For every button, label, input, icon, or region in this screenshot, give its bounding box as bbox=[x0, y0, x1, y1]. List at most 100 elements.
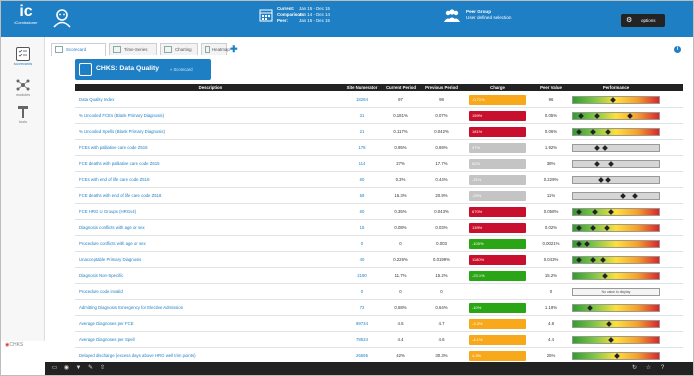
performance-bar[interactable] bbox=[572, 240, 660, 248]
indicator-description[interactable]: % Uncoded Spells (Blank Primary Diagnosi… bbox=[79, 124, 165, 140]
col-description[interactable]: Description bbox=[75, 84, 346, 91]
indicator-description[interactable]: Unacceptable Primary Diagnosis bbox=[79, 252, 141, 268]
table-row[interactable]: Average Diagnoses per Spell 78534 4.4 4.6 -4… bbox=[75, 332, 683, 348]
site-numerator[interactable]: 0 bbox=[346, 236, 378, 252]
table-row[interactable]: FCE deaths with end of life care code Z5… bbox=[75, 188, 683, 204]
performance-bar[interactable] bbox=[572, 272, 660, 280]
filter-icon[interactable]: ▼ bbox=[75, 365, 82, 372]
site-numerator[interactable]: 31 bbox=[346, 108, 378, 124]
database-icon[interactable]: ◉ bbox=[63, 365, 70, 372]
tab-charting[interactable]: Charting bbox=[160, 43, 198, 55]
help-icon[interactable]: ? bbox=[659, 365, 666, 372]
indicator-description[interactable]: FCE HRG U Groups (HRGv4) bbox=[79, 204, 136, 220]
performance-bar[interactable] bbox=[572, 352, 660, 360]
options-button[interactable]: ⚙ options bbox=[621, 14, 665, 27]
col-previous[interactable]: Previous Period bbox=[420, 84, 463, 91]
performance-bar[interactable] bbox=[572, 304, 660, 312]
performance-bar[interactable] bbox=[572, 208, 660, 216]
table-row[interactable]: Average Diagnoses per FCE 89734 4.5 4.7 -4.3… bbox=[75, 316, 683, 332]
col-numerator[interactable]: Site Numerator bbox=[342, 84, 382, 91]
col-performance[interactable]: Performance bbox=[572, 84, 660, 91]
col-change[interactable]: Charge bbox=[469, 84, 526, 91]
calendar-icon[interactable] bbox=[259, 8, 273, 22]
performance-bar[interactable] bbox=[572, 336, 660, 344]
refresh-icon[interactable]: ↻ bbox=[631, 365, 638, 372]
app-logo[interactable]: ic iComissioner bbox=[10, 4, 42, 34]
performance-bar[interactable] bbox=[572, 112, 660, 120]
star-icon[interactable]: ☆ bbox=[645, 365, 652, 372]
period-selector[interactable]: Current: Jan 15 - Dec 15 Comparison:Jan 1… bbox=[277, 6, 330, 24]
indicator-description[interactable]: Average Diagnoses per Spell bbox=[79, 332, 135, 348]
table-row[interactable]: % Uncoded FCEs (Blank Primary Diagnosis)… bbox=[75, 108, 683, 124]
table-row[interactable]: Data Quality Index 18284 97 98 -0.71% 96 bbox=[75, 92, 683, 108]
indicator-description[interactable]: FCEs with end of life care code Z518 bbox=[79, 172, 149, 188]
indicator-description[interactable]: Procedure code invalid bbox=[79, 284, 123, 300]
peer-group-icon[interactable] bbox=[443, 9, 461, 23]
indicator-description[interactable]: Diagnosis Non-Specific bbox=[79, 268, 123, 284]
sidebar-item-modules[interactable]: modules bbox=[1, 78, 45, 97]
indicator-description[interactable]: FCE deaths with palliative care code Z51… bbox=[79, 156, 160, 172]
performance-bar[interactable] bbox=[572, 96, 660, 104]
tab-heatmap[interactable]: Heatmap bbox=[201, 43, 230, 55]
sidebar-item-scorecards[interactable]: scorecards bbox=[1, 47, 45, 66]
table-row[interactable]: FCEs with palliative care code Z515 178 0.… bbox=[75, 140, 683, 156]
site-numerator[interactable]: 0 bbox=[346, 284, 378, 300]
table-row[interactable]: Procedure code invalid 0 0 0 0 No value to di… bbox=[75, 284, 683, 300]
tab-time-series[interactable]: Time-Series bbox=[109, 43, 157, 55]
site-numerator[interactable]: 78534 bbox=[346, 332, 378, 348]
wrench-icon[interactable]: ✎ bbox=[87, 365, 94, 372]
change-badge: -4.1% bbox=[469, 335, 526, 345]
peer-value: 96 bbox=[548, 97, 554, 102]
performance-bar[interactable] bbox=[572, 224, 660, 232]
site-numerator[interactable]: 18284 bbox=[346, 92, 378, 108]
table-row[interactable]: FCE HRG U Groups (HRGv4) 60 0.35% 0.043% 670… bbox=[75, 204, 683, 220]
col-current[interactable]: Current Period bbox=[382, 84, 420, 91]
performance-bar[interactable] bbox=[572, 176, 660, 184]
display-icon[interactable]: ▭ bbox=[51, 365, 58, 372]
indicator-description[interactable]: Average Diagnoses per FCE bbox=[79, 316, 134, 332]
tab-scorecard[interactable]: Scorecard bbox=[51, 43, 106, 56]
site-numerator[interactable]: 40 bbox=[346, 252, 378, 268]
table-row[interactable]: Procedure conflicts with age or sex 0 0 0.0… bbox=[75, 236, 683, 252]
performance-bar[interactable] bbox=[572, 192, 660, 200]
site-numerator[interactable]: 21 bbox=[346, 124, 378, 140]
upload-icon[interactable]: ⇧ bbox=[99, 365, 106, 372]
indicator-description[interactable]: Data Quality Index bbox=[79, 92, 114, 108]
indicator-description[interactable]: FCEs with palliative care code Z515 bbox=[79, 140, 148, 156]
site-numerator[interactable]: 114 bbox=[346, 156, 378, 172]
site-numerator[interactable]: 15 bbox=[346, 220, 378, 236]
site-numerator[interactable]: 59 bbox=[346, 188, 378, 204]
table-row[interactable]: FCE deaths with palliative care code Z51… bbox=[75, 156, 683, 172]
table-row[interactable]: % Uncoded Spells (Blank Primary Diagnosi… bbox=[75, 124, 683, 140]
performance-bar[interactable] bbox=[572, 160, 660, 168]
indicator-description[interactable]: Diagnosis conflicts with age or sex bbox=[79, 220, 145, 236]
table-row[interactable]: Diagnosis conflicts with age or sex 15 0.0… bbox=[75, 220, 683, 236]
site-numerator[interactable]: 60 bbox=[346, 204, 378, 220]
site-numerator[interactable]: 60 bbox=[346, 172, 378, 188]
site-numerator[interactable]: 89734 bbox=[346, 316, 378, 332]
indicator-description[interactable]: FCE deaths with end of life care code Z5… bbox=[79, 188, 161, 204]
table-row[interactable]: Diagnosis Non-Specific 2190 11.7% 15.2% -23.… bbox=[75, 268, 683, 284]
breadcrumb[interactable]: » Scorecard bbox=[170, 67, 193, 72]
add-tab-button[interactable]: ✚ bbox=[230, 45, 238, 54]
site-numerator[interactable]: 2190 bbox=[346, 268, 378, 284]
performance-bar[interactable] bbox=[572, 144, 660, 152]
col-peer[interactable]: Peer Value bbox=[533, 84, 569, 91]
table-row[interactable]: Admitting Diagnosis Emergency for Electi… bbox=[75, 300, 683, 316]
user-avatar-icon[interactable] bbox=[51, 7, 73, 29]
site-numerator[interactable]: 178 bbox=[346, 140, 378, 156]
site-numerator[interactable]: 72 bbox=[346, 300, 378, 316]
indicator-description[interactable]: Procedure conflicts with age or sex bbox=[79, 236, 146, 252]
indicator-description[interactable]: Admitting Diagnosis Emergency for Electi… bbox=[79, 300, 183, 316]
performance-bar[interactable] bbox=[572, 256, 660, 264]
performance-bar[interactable] bbox=[572, 320, 660, 328]
indicator-description[interactable]: % Uncoded FCEs (Blank Primary Diagnosis) bbox=[79, 108, 164, 124]
sidebar-item-label: tools bbox=[18, 120, 28, 124]
table-row[interactable]: Unacceptable Primary Diagnosis 40 0.226% 0.… bbox=[75, 252, 683, 268]
performance-bar[interactable] bbox=[572, 128, 660, 136]
sidebar-item-tools[interactable]: tools bbox=[1, 105, 45, 124]
info-icon[interactable]: i bbox=[674, 46, 681, 53]
peer-group-selector[interactable]: Peer Group User defined selection bbox=[466, 9, 511, 21]
change-badge: -23.1% bbox=[469, 271, 526, 281]
table-row[interactable]: FCEs with end of life care code Z518 60 0.… bbox=[75, 172, 683, 188]
